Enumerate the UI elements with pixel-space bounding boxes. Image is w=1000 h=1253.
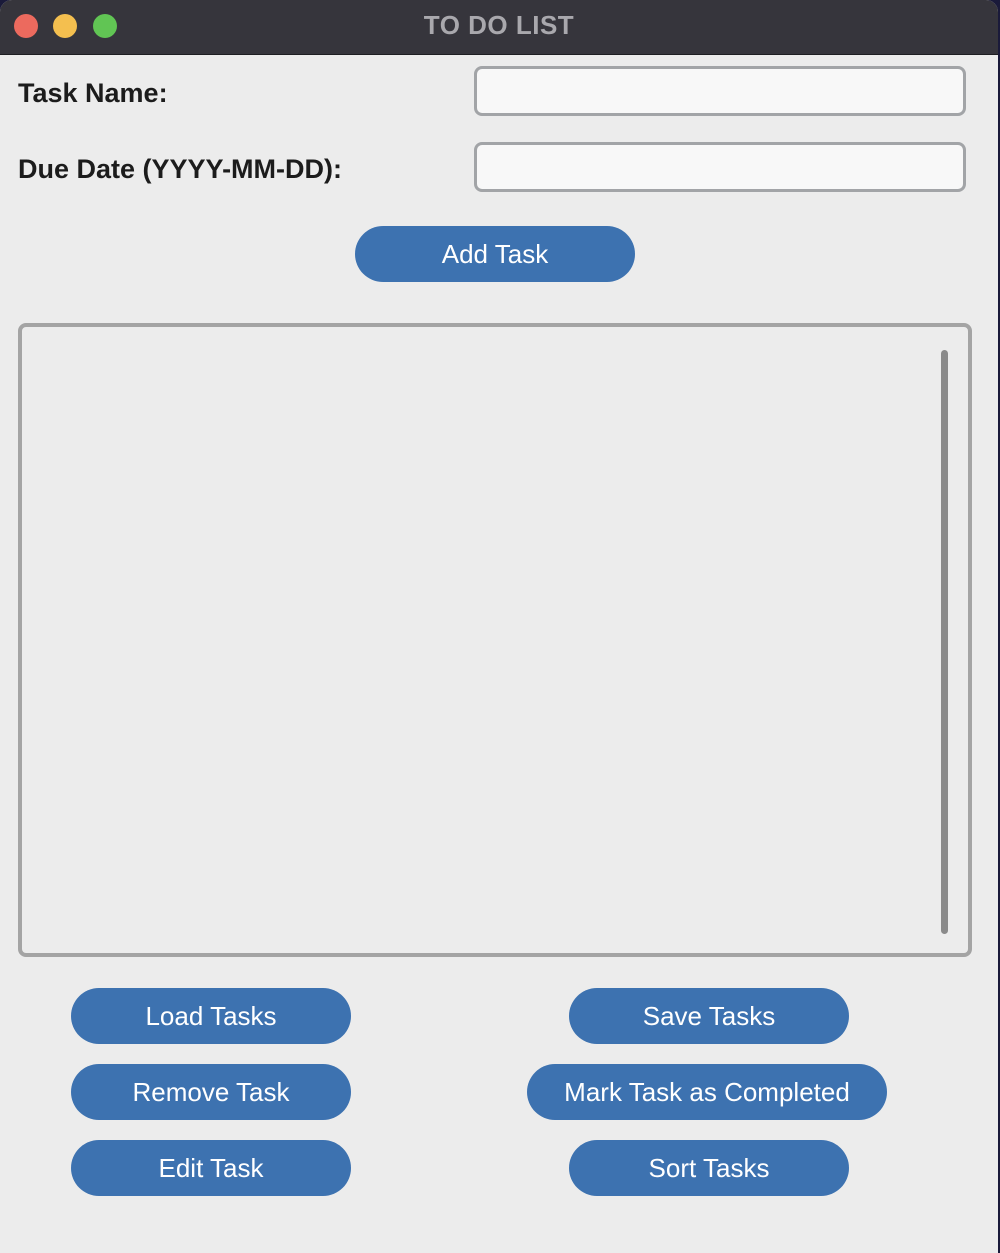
window-title: TO DO LIST [423, 10, 575, 40]
remove-task-button[interactable]: Remove Task [71, 1064, 351, 1120]
task-list-scrollbar[interactable] [941, 350, 948, 934]
task-listbox[interactable] [18, 323, 972, 957]
sort-tasks-button[interactable]: Sort Tasks [569, 1140, 849, 1196]
task-name-label: Task Name: [18, 78, 168, 108]
mark-task-completed-button[interactable]: Mark Task as Completed [527, 1064, 887, 1120]
edit-task-button[interactable]: Edit Task [71, 1140, 351, 1196]
app-window: TO DO LIST Task Name: Due Date (YYYY-MM-… [0, 0, 998, 1253]
due-date-input[interactable] [474, 142, 966, 192]
load-tasks-button[interactable]: Load Tasks [71, 988, 351, 1044]
add-task-button[interactable]: Add Task [355, 226, 635, 282]
save-tasks-button[interactable]: Save Tasks [569, 988, 849, 1044]
due-date-label: Due Date (YYYY-MM-DD): [18, 154, 343, 184]
title-bar[interactable]: TO DO LIST [0, 0, 998, 55]
task-name-input[interactable] [474, 66, 966, 116]
